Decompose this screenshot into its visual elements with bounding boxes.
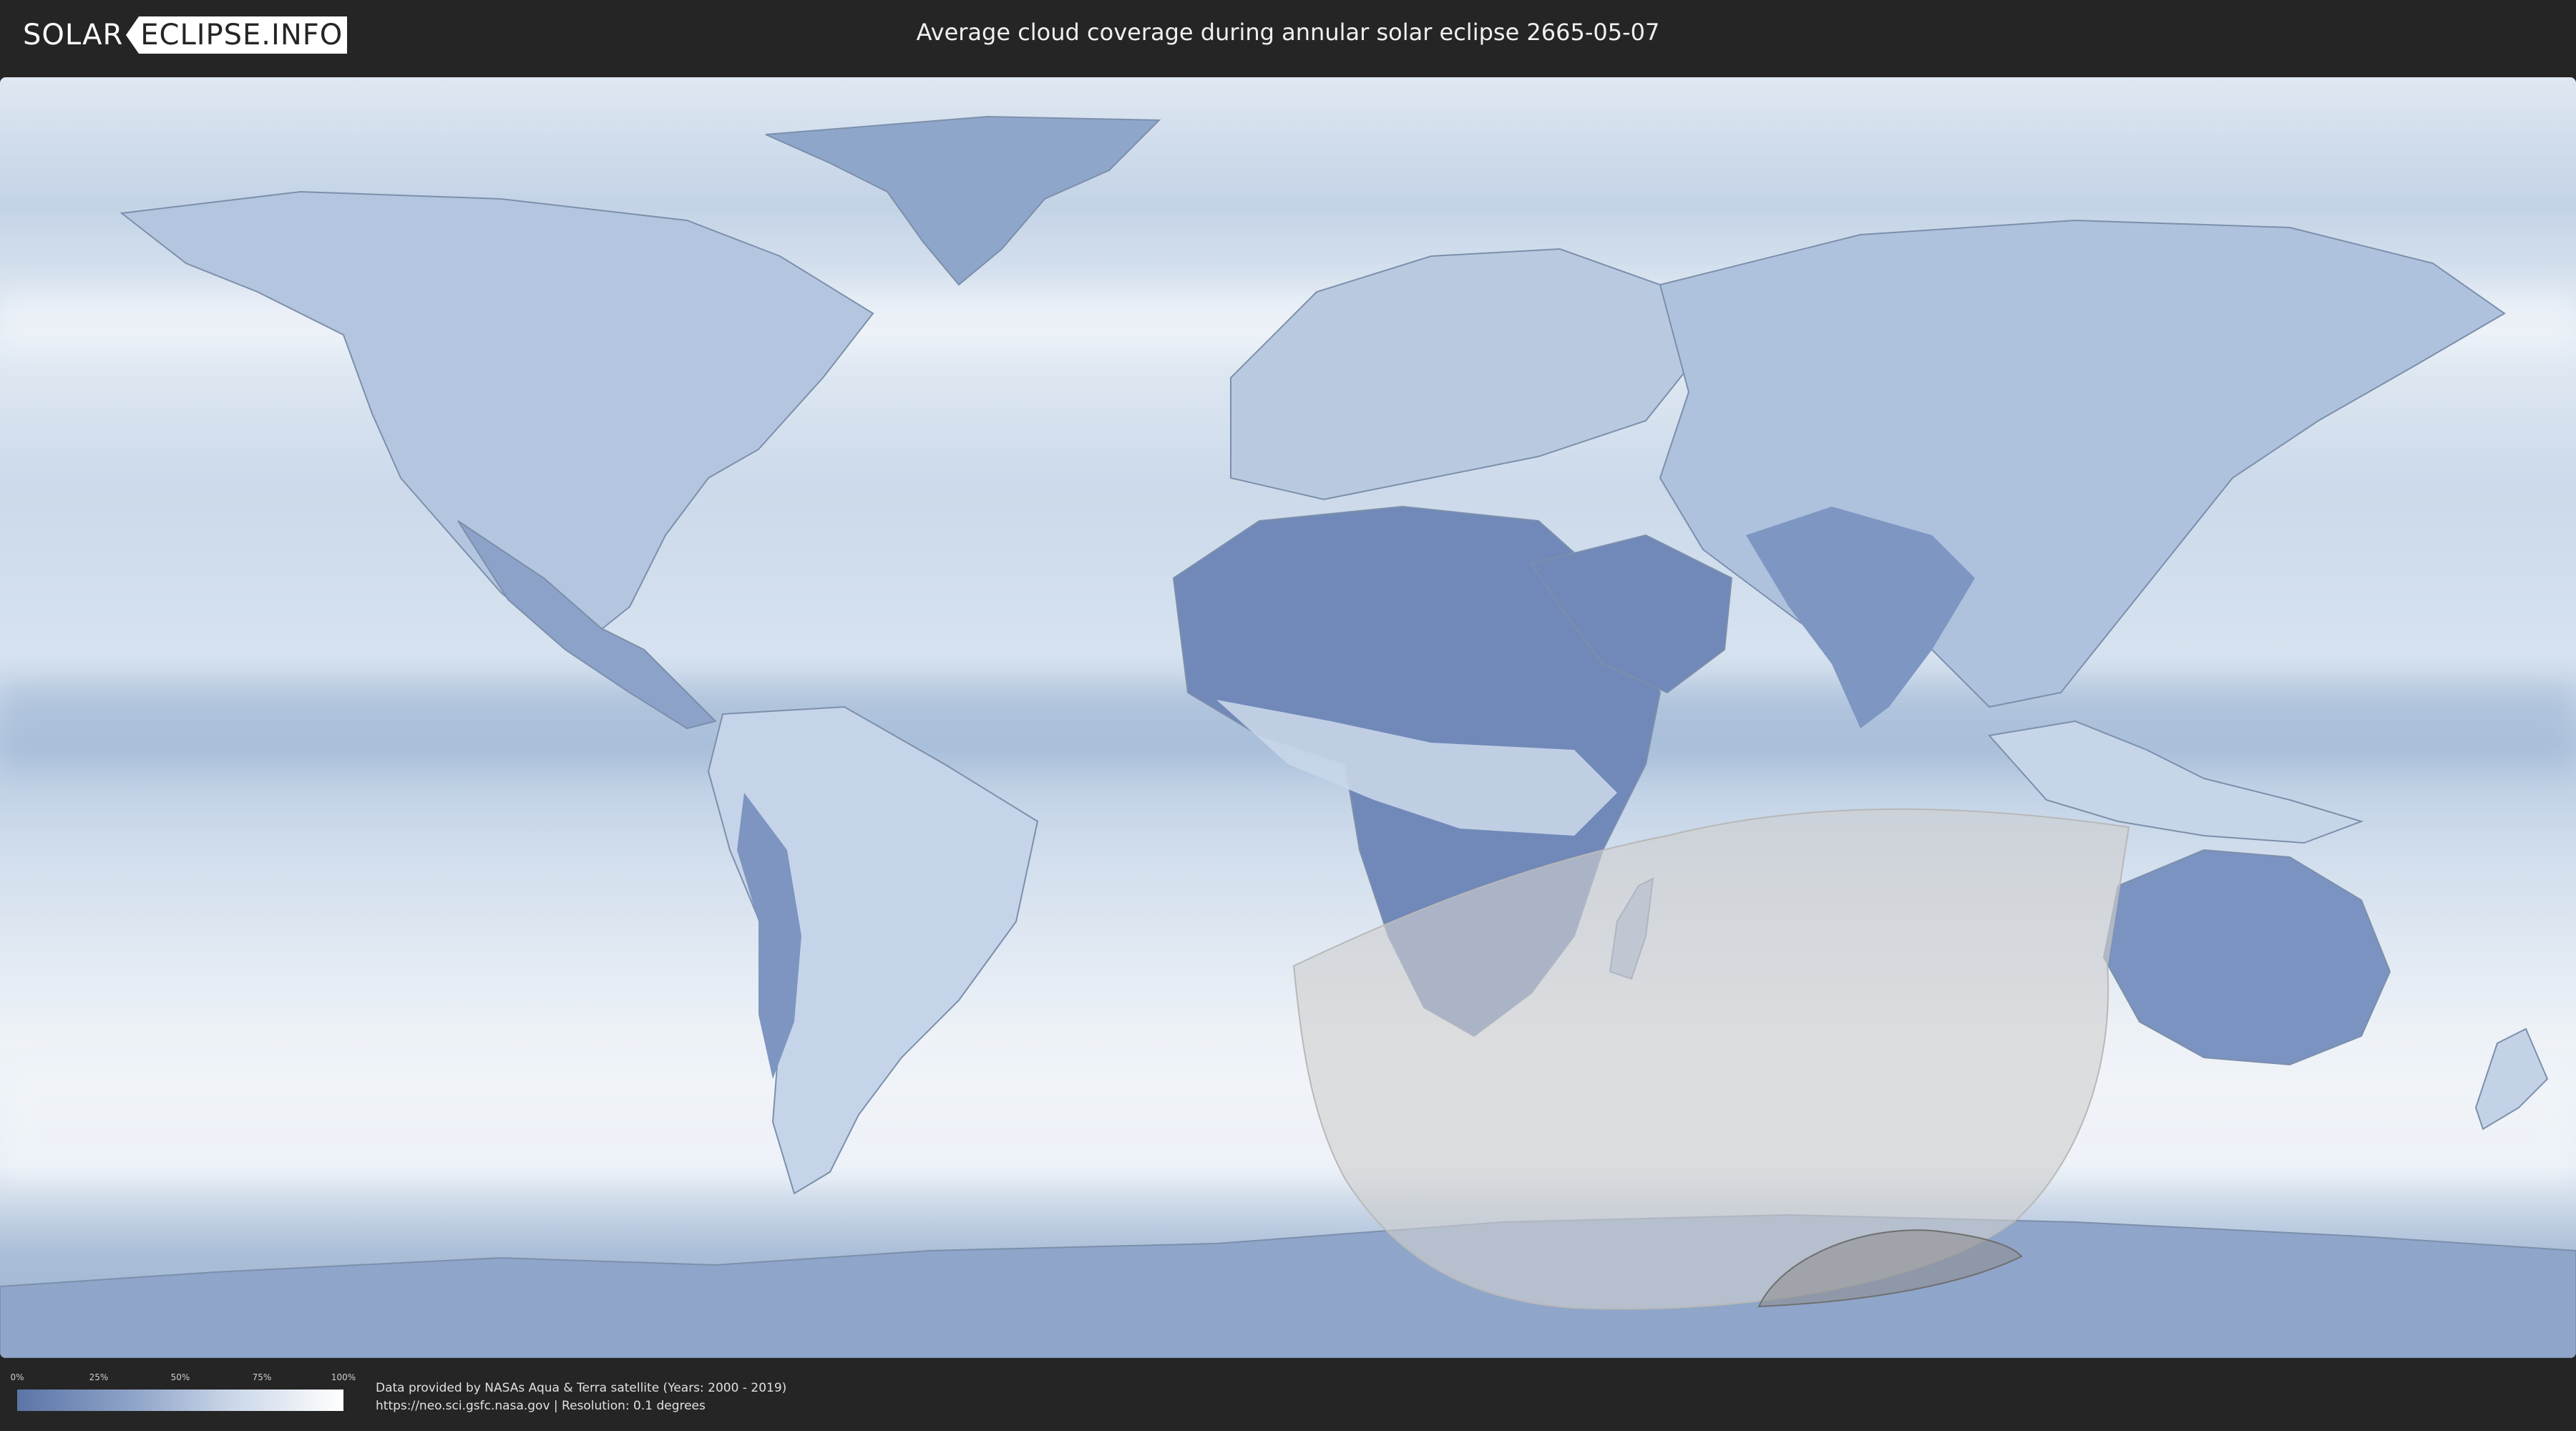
- page-title: Average cloud coverage during annular so…: [916, 19, 1660, 46]
- legend-tick-25: 25%: [89, 1372, 109, 1382]
- data-credits: Data provided by NASAs Aqua & Terra sate…: [376, 1379, 786, 1415]
- europe: [1230, 248, 1704, 501]
- asia: [1659, 219, 2506, 708]
- legend-color-bar: [17, 1390, 343, 1411]
- australia: [2102, 849, 2391, 1066]
- antarctica: [0, 1213, 2576, 1358]
- cloud-coverage-legend: 0% 25% 50% 75% 100%: [10, 1372, 356, 1411]
- cloud-coverage-map[interactable]: [0, 77, 2576, 1358]
- legend-tick-50: 50%: [170, 1372, 190, 1382]
- credits-url[interactable]: https://neo.sci.gsfc.nasa.gov | Resoluti…: [376, 1397, 786, 1415]
- legend-tick-0: 0%: [10, 1372, 24, 1382]
- credits-source: Data provided by NASAs Aqua & Terra sate…: [376, 1381, 787, 1395]
- greenland: [765, 115, 1161, 286]
- legend-tick-75: 75%: [252, 1372, 272, 1382]
- world-map-svg: [0, 115, 2576, 1358]
- legend-tick-100: 100%: [331, 1372, 356, 1382]
- southern-ocean-cloud-band: [0, 1065, 2576, 1179]
- header-bar: SOLAR ECLIPSE.INFO Average cloud coverag…: [0, 0, 2576, 72]
